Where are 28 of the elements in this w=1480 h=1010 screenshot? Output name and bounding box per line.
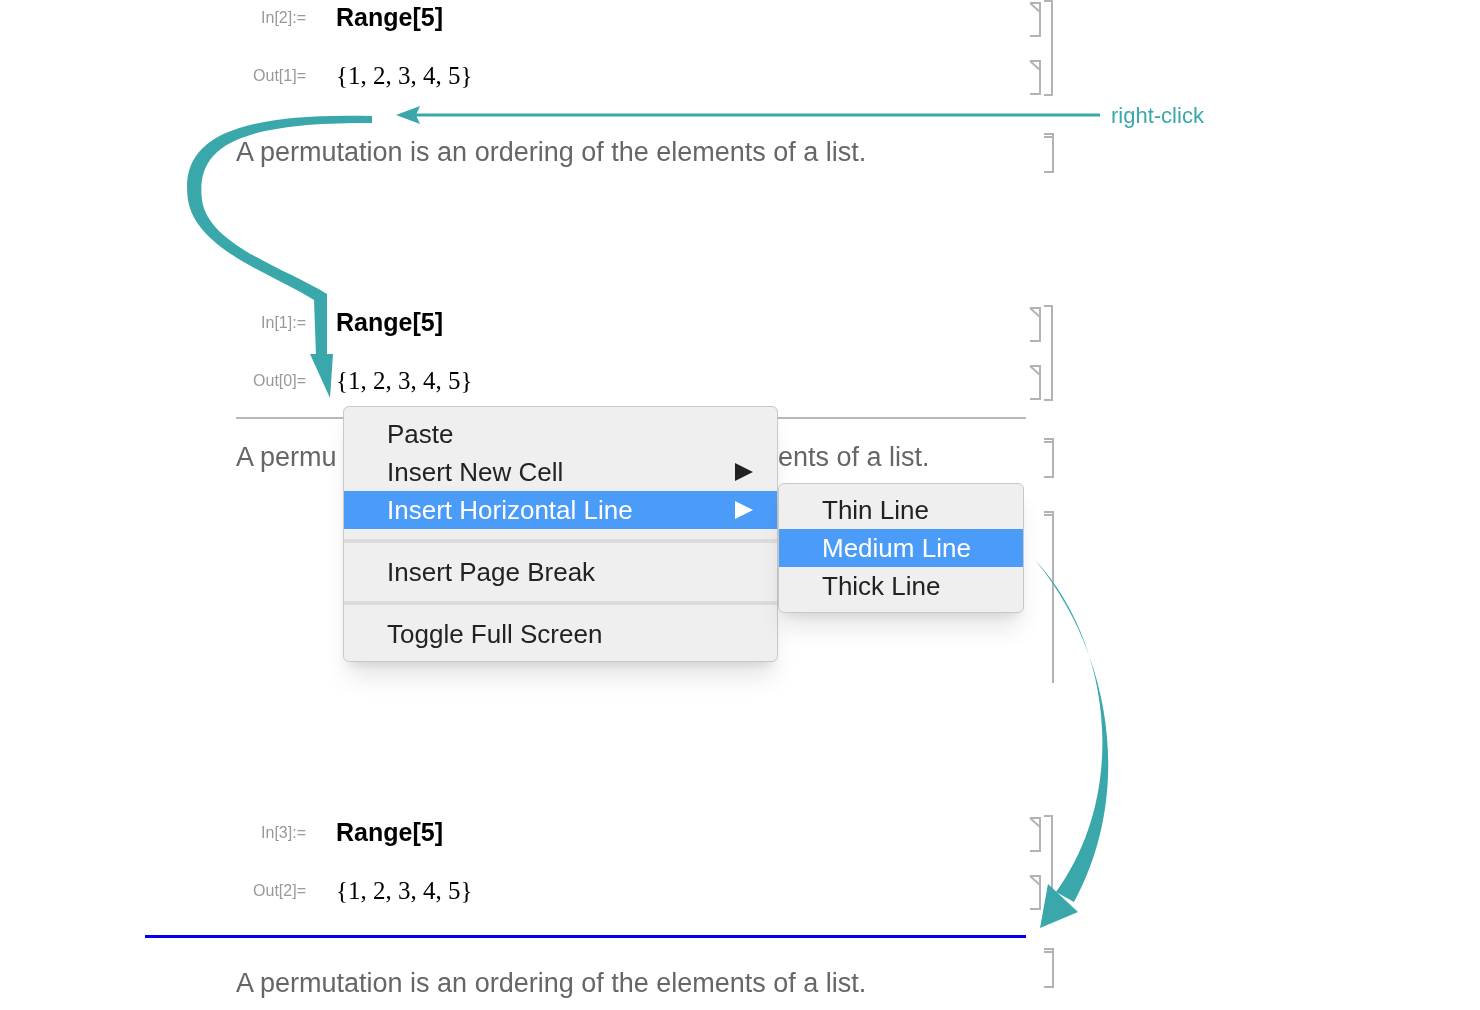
text-paragraph: ents of a list. xyxy=(778,440,930,474)
menu-item-label: Insert Page Break xyxy=(387,555,596,589)
menu-item-label: Toggle Full Screen xyxy=(387,617,603,651)
output-label: Out[2]= xyxy=(253,881,306,901)
code-output: {1, 2, 3, 4, 5} xyxy=(336,366,473,397)
text-paragraph: A permu xyxy=(236,440,337,474)
code-input[interactable]: Range[5] xyxy=(336,0,443,37)
menu-item-label: Insert New Cell xyxy=(387,455,564,489)
output-label: Out[1]= xyxy=(253,66,306,86)
input-label: In[2]:= xyxy=(261,8,306,28)
menu-item-label: Paste xyxy=(387,417,454,451)
text-paragraph: A permutation is an ordering of the elements of a list. xyxy=(236,135,867,169)
text-paragraph: A permutation is an ordering of the elements of a list. xyxy=(236,966,867,1000)
menu-item[interactable]: Toggle Full Screen xyxy=(344,615,777,653)
menu-item[interactable]: Insert New Cell xyxy=(344,453,777,491)
menu-item[interactable]: Insert Page Break xyxy=(344,553,777,591)
menu-item[interactable]: Thick Line xyxy=(779,567,1023,605)
menu-item[interactable]: Paste xyxy=(344,415,777,453)
input-label: In[1]:= xyxy=(261,313,306,333)
code-output: {1, 2, 3, 4, 5} xyxy=(336,61,473,92)
annotation-label: right-click xyxy=(1111,102,1204,130)
code-input[interactable]: Range[5] xyxy=(336,814,443,852)
code-output: {1, 2, 3, 4, 5} xyxy=(336,876,473,907)
output-label: Out[0]= xyxy=(253,371,306,391)
input-label: In[3]:= xyxy=(261,823,306,843)
menu-item[interactable]: Thin Line xyxy=(779,491,1023,529)
menu-item-label: Insert Horizontal Line xyxy=(387,493,633,527)
code-input[interactable]: Range[5] xyxy=(336,304,443,342)
